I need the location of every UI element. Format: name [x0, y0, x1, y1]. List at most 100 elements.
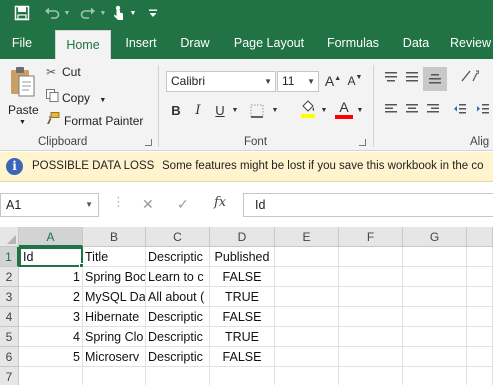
row-header-5[interactable]: 5 [0, 327, 19, 347]
font-size-combo[interactable]: 11 ▼ [277, 71, 319, 92]
cell[interactable] [339, 347, 403, 367]
underline-dropdown-icon[interactable]: ▼ [230, 101, 240, 121]
column-header-d[interactable]: D [210, 227, 275, 247]
cell[interactable] [339, 307, 403, 327]
cell[interactable]: Hibernate [83, 307, 146, 327]
tab-page-layout[interactable]: Page Layout [231, 28, 307, 59]
cancel-icon[interactable]: ✕ [142, 196, 154, 213]
cell[interactable]: 3 [19, 307, 83, 327]
font-name-combo[interactable]: Calibri ▼ [166, 71, 276, 92]
touch-dropdown-icon[interactable]: ▼ [128, 3, 138, 23]
font-color-button[interactable]: A [333, 99, 355, 119]
cell[interactable] [467, 267, 493, 287]
select-all-button[interactable] [0, 227, 19, 247]
cell[interactable]: Descriptic [146, 247, 210, 267]
align-right-button[interactable] [423, 101, 443, 121]
cell[interactable] [19, 367, 83, 385]
row-header-4[interactable]: 4 [0, 307, 19, 327]
tab-data[interactable]: Data [399, 28, 433, 59]
cell[interactable] [467, 347, 493, 367]
align-middle-button[interactable] [402, 69, 422, 89]
cell[interactable]: 1 [19, 267, 83, 287]
name-box-dropdown-icon[interactable]: ▼ [85, 194, 93, 216]
cell[interactable] [403, 327, 467, 347]
cell[interactable] [467, 247, 493, 267]
row-header-1[interactable]: 1 [0, 247, 19, 267]
paste-dropdown-icon[interactable]: ▼ [19, 119, 26, 126]
row-header-7[interactable]: 7 [0, 367, 19, 385]
touch-mode-icon[interactable] [110, 3, 128, 23]
cell[interactable] [403, 347, 467, 367]
cell[interactable]: Descriptic [146, 327, 210, 347]
font-color-dropdown-icon[interactable]: ▼ [355, 101, 365, 121]
cell[interactable]: 2 [19, 287, 83, 307]
orientation-button[interactable] [456, 67, 484, 87]
tab-insert[interactable]: Insert [120, 28, 162, 59]
column-header-a[interactable]: A [19, 227, 83, 247]
column-header-f[interactable]: F [339, 227, 403, 247]
borders-dropdown-icon[interactable]: ▼ [270, 101, 280, 121]
cell[interactable] [339, 327, 403, 347]
cell[interactable] [275, 347, 339, 367]
redo-icon[interactable] [78, 3, 98, 23]
cell[interactable]: FALSE [210, 267, 275, 287]
cell[interactable]: Descriptic [146, 347, 210, 367]
format-painter-button[interactable]: Format Painter [46, 112, 143, 128]
borders-button[interactable] [244, 101, 270, 121]
font-launcher-icon[interactable] [359, 139, 366, 146]
cell[interactable] [403, 307, 467, 327]
save-icon[interactable] [12, 3, 32, 23]
cell[interactable] [210, 367, 275, 385]
align-left-button[interactable] [381, 101, 401, 121]
cell[interactable] [339, 267, 403, 287]
align-top-button[interactable] [381, 69, 401, 89]
cell[interactable] [403, 247, 467, 267]
font-size-dropdown-icon[interactable]: ▼ [307, 72, 315, 91]
column-header-e[interactable]: E [275, 227, 339, 247]
cell[interactable] [275, 307, 339, 327]
cell[interactable]: Spring Boo [83, 267, 146, 287]
cell[interactable]: All about ( [146, 287, 210, 307]
cell[interactable] [403, 367, 467, 385]
cell[interactable]: Descriptic [146, 307, 210, 327]
enter-icon[interactable]: ✓ [177, 196, 189, 213]
more-options-icon[interactable]: ⋮ [112, 194, 125, 210]
tab-draw[interactable]: Draw [177, 28, 213, 59]
align-center-button[interactable] [402, 101, 422, 121]
cell[interactable]: TRUE [210, 327, 275, 347]
tab-home[interactable]: Home [55, 30, 111, 59]
cell[interactable]: 5 [19, 347, 83, 367]
cut-button[interactable]: ✂ Cut [46, 65, 81, 79]
cell[interactable] [467, 327, 493, 347]
name-box[interactable]: A1 ▼ [0, 193, 99, 217]
active-cell[interactable]: Id [19, 247, 83, 267]
cell[interactable] [467, 307, 493, 327]
decrease-indent-button[interactable] [450, 101, 470, 121]
cell[interactable]: Spring Clo [83, 327, 146, 347]
cell[interactable] [467, 287, 493, 307]
cell[interactable]: Microserv [83, 347, 146, 367]
grow-font-button[interactable]: A▲ [323, 71, 343, 91]
insert-function-icon[interactable]: fx [214, 195, 226, 210]
formula-input[interactable]: Id [243, 193, 493, 217]
column-header-c[interactable]: C [146, 227, 210, 247]
cell[interactable] [339, 247, 403, 267]
column-header[interactable] [467, 227, 493, 247]
cell[interactable] [83, 367, 146, 385]
cell[interactable] [275, 287, 339, 307]
bold-button[interactable]: B [166, 101, 186, 121]
paste-button[interactable]: Paste ▼ [6, 63, 40, 133]
cell[interactable] [275, 367, 339, 385]
cell[interactable] [275, 247, 339, 267]
shrink-font-button[interactable]: A▼ [345, 71, 365, 91]
cell[interactable]: Learn to c [146, 267, 210, 287]
cell[interactable]: FALSE [210, 307, 275, 327]
cell[interactable] [339, 287, 403, 307]
cell[interactable] [339, 367, 403, 385]
customize-qat-icon[interactable] [146, 3, 160, 23]
cell[interactable]: MySQL Da [83, 287, 146, 307]
cell[interactable] [403, 267, 467, 287]
tab-file[interactable]: File [6, 28, 38, 59]
copy-dropdown-icon[interactable]: ▼ [99, 97, 106, 104]
tab-review[interactable]: Review [450, 28, 493, 59]
